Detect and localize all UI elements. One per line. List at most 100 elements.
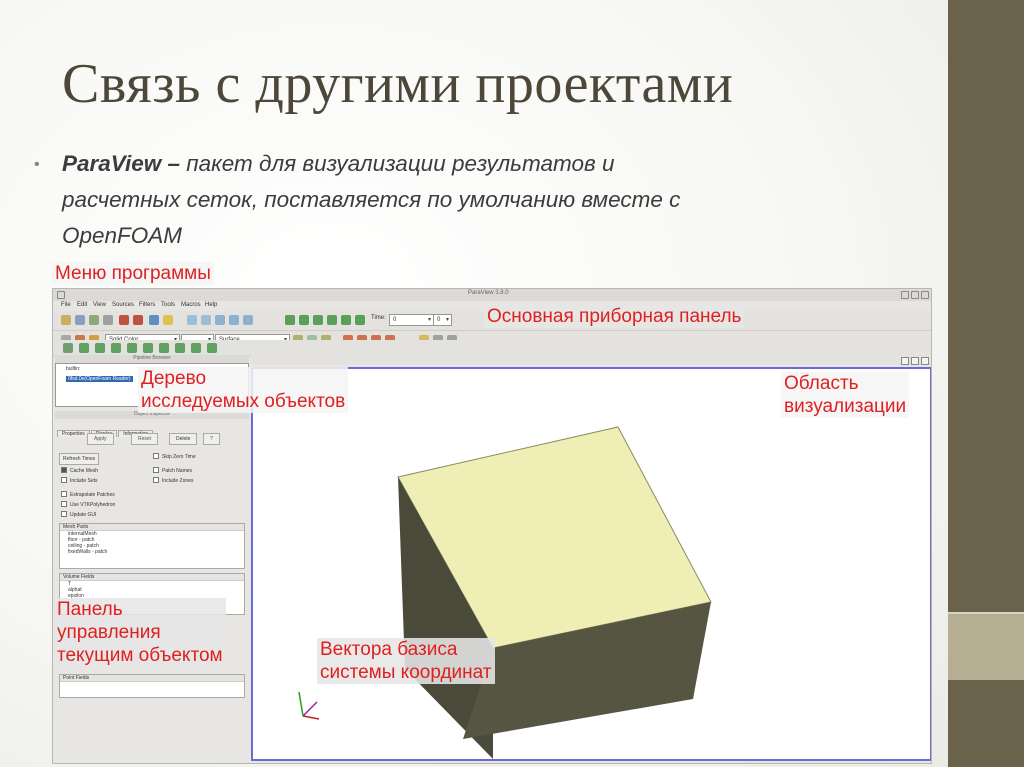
- apply-button[interactable]: Apply: [87, 433, 114, 445]
- menu-tools[interactable]: Tools: [161, 302, 175, 308]
- minimize-icon[interactable]: [901, 291, 909, 299]
- loop-icon[interactable]: [355, 315, 365, 325]
- split-vertical-icon[interactable]: [911, 357, 919, 365]
- annotation-viz-line-2: визуализации: [784, 396, 907, 417]
- threshold-icon[interactable]: [127, 343, 137, 353]
- annotation-toolbar: Основная приборная панель: [484, 305, 745, 328]
- clip-icon[interactable]: [95, 343, 105, 353]
- prev-frame-icon[interactable]: [299, 315, 309, 325]
- help-button[interactable]: ?: [203, 433, 220, 445]
- state-icon[interactable]: [103, 315, 113, 325]
- app-icon: [57, 291, 65, 299]
- annotation-panel-line-2: управления: [57, 622, 161, 643]
- bullet-term: ParaView –: [62, 151, 187, 176]
- calculator-icon[interactable]: [63, 343, 73, 353]
- connect-icon[interactable]: [149, 315, 159, 325]
- render-canvas: [298, 426, 712, 759]
- play-icon[interactable]: [313, 315, 323, 325]
- redo-icon[interactable]: [133, 315, 143, 325]
- split-horizontal-icon[interactable]: [901, 357, 909, 365]
- include-zones-checkbox[interactable]: Include Zones: [153, 477, 193, 484]
- decorative-stripe-accent: [948, 614, 1024, 680]
- menu-view[interactable]: View: [93, 302, 106, 308]
- glyph-icon[interactable]: [159, 343, 169, 353]
- close-view-icon[interactable]: [921, 357, 929, 365]
- point-fields-group: Point Fields: [59, 674, 245, 698]
- use-vtkpolyhedron-checkbox[interactable]: Use VTKPolyhedron: [61, 501, 115, 508]
- save-icon[interactable]: [75, 315, 85, 325]
- pipeline-item-builtin[interactable]: builtin:: [66, 366, 80, 372]
- camera-z-icon[interactable]: [243, 315, 253, 325]
- mesh-parts-group: Mesh Parts internalMesh floor - patch ce…: [59, 523, 245, 569]
- time-step-spinner[interactable]: 0: [433, 314, 452, 326]
- menu-edit[interactable]: Edit: [77, 302, 87, 308]
- cache-mesh-checkbox[interactable]: Cache Mesh: [61, 467, 98, 474]
- skip-zero-time-checkbox[interactable]: Skip Zero Time: [153, 453, 196, 460]
- time-label: Time:: [371, 315, 386, 321]
- warp-icon[interactable]: [191, 343, 201, 353]
- menu-help[interactable]: Help: [205, 302, 217, 308]
- undo-icon[interactable]: [119, 315, 129, 325]
- annotation-basis-line-1: Вектора базиса: [320, 639, 458, 660]
- reset-button[interactable]: Reset: [131, 433, 159, 445]
- bullet-line-2: расчетных сеток, поставляется по умолчан…: [62, 187, 681, 212]
- paraview-screenshot: ParaView 3.8.0 File Edit View Sources Fi…: [52, 288, 932, 764]
- inspector-tabs: PropertiesDisplayInformation: [57, 422, 154, 437]
- menu-file[interactable]: File: [61, 302, 71, 308]
- stream-icon[interactable]: [175, 343, 185, 353]
- extrapolate-patches-checkbox[interactable]: Extrapolate Patches: [61, 491, 115, 498]
- render-view[interactable]: [251, 367, 931, 761]
- pipeline-browser-header: Pipeline Browser: [55, 355, 249, 363]
- extract-icon[interactable]: [143, 343, 153, 353]
- mesh-parts-header: Mesh Parts: [60, 524, 244, 531]
- include-sets-checkbox[interactable]: Include Sets: [61, 477, 98, 484]
- tab-properties[interactable]: Properties: [57, 430, 90, 437]
- menu-filters[interactable]: Filters: [139, 302, 155, 308]
- volume-fields-header: Volume Fields: [60, 574, 244, 581]
- annotation-basis: Вектора базиса системы координат: [317, 638, 495, 684]
- slice-icon[interactable]: [111, 343, 121, 353]
- delete-button[interactable]: Delete: [169, 433, 198, 445]
- annotation-basis-line-2: системы координат: [320, 662, 492, 683]
- annotation-tree-line-1: Дерево: [141, 368, 207, 389]
- patch-names-checkbox[interactable]: Patch Names: [153, 467, 192, 474]
- help-icon[interactable]: [163, 315, 173, 325]
- maximize-icon[interactable]: [911, 291, 919, 299]
- point-fields-header: Point Fields: [60, 675, 244, 682]
- last-frame-icon[interactable]: [341, 315, 351, 325]
- data-icon[interactable]: [89, 315, 99, 325]
- annotation-menu: Меню программы: [52, 262, 214, 285]
- menu-macros[interactable]: Macros: [181, 302, 201, 308]
- annotation-tree-line-2: исследуемых объектов: [141, 391, 346, 412]
- annotation-panel-line-1: Панель: [57, 599, 123, 620]
- bullet-line-3: OpenFOAM: [62, 223, 183, 248]
- group-icon[interactable]: [207, 343, 217, 353]
- refresh-times-button[interactable]: Refresh Times: [59, 453, 100, 465]
- annotation-visualization: Область визуализации: [781, 372, 910, 418]
- first-frame-icon[interactable]: [285, 315, 295, 325]
- orientation-axes-icon: [298, 691, 320, 720]
- pipeline-item-reader[interactable]: 0fsd.0e(OpenFoam Reader): [66, 376, 133, 382]
- bullet-text: ParaView – пакет для визуализации резуль…: [62, 146, 882, 254]
- camera-y-icon[interactable]: [229, 315, 239, 325]
- annotation-panel: Панель управления текущим объектом: [54, 598, 226, 667]
- camera-x-icon[interactable]: [215, 315, 225, 325]
- close-icon[interactable]: [921, 291, 929, 299]
- common-filters-toolbar: [53, 340, 931, 356]
- annotation-viz-line-1: Область: [784, 373, 859, 394]
- annotation-panel-line-3: текущим объектом: [57, 645, 223, 666]
- annotation-tree: Дерево исследуемых объектов: [138, 367, 349, 413]
- contour-icon[interactable]: [79, 343, 89, 353]
- window-title: ParaView 3.8.0: [468, 290, 509, 296]
- zoom-icon[interactable]: [201, 315, 211, 325]
- bullet-icon: •: [34, 156, 40, 173]
- mesh-part-item[interactable]: fixedWalls - patch: [60, 549, 244, 555]
- slide-title: Связь с другими проектами: [62, 53, 734, 115]
- time-input[interactable]: 0: [389, 314, 434, 326]
- update-gui-checkbox[interactable]: Update GUI: [61, 511, 96, 518]
- open-icon[interactable]: [61, 315, 71, 325]
- menu-sources[interactable]: Sources: [112, 302, 134, 308]
- next-frame-icon[interactable]: [327, 315, 337, 325]
- view-header: [251, 355, 931, 365]
- reset-camera-icon[interactable]: [187, 315, 197, 325]
